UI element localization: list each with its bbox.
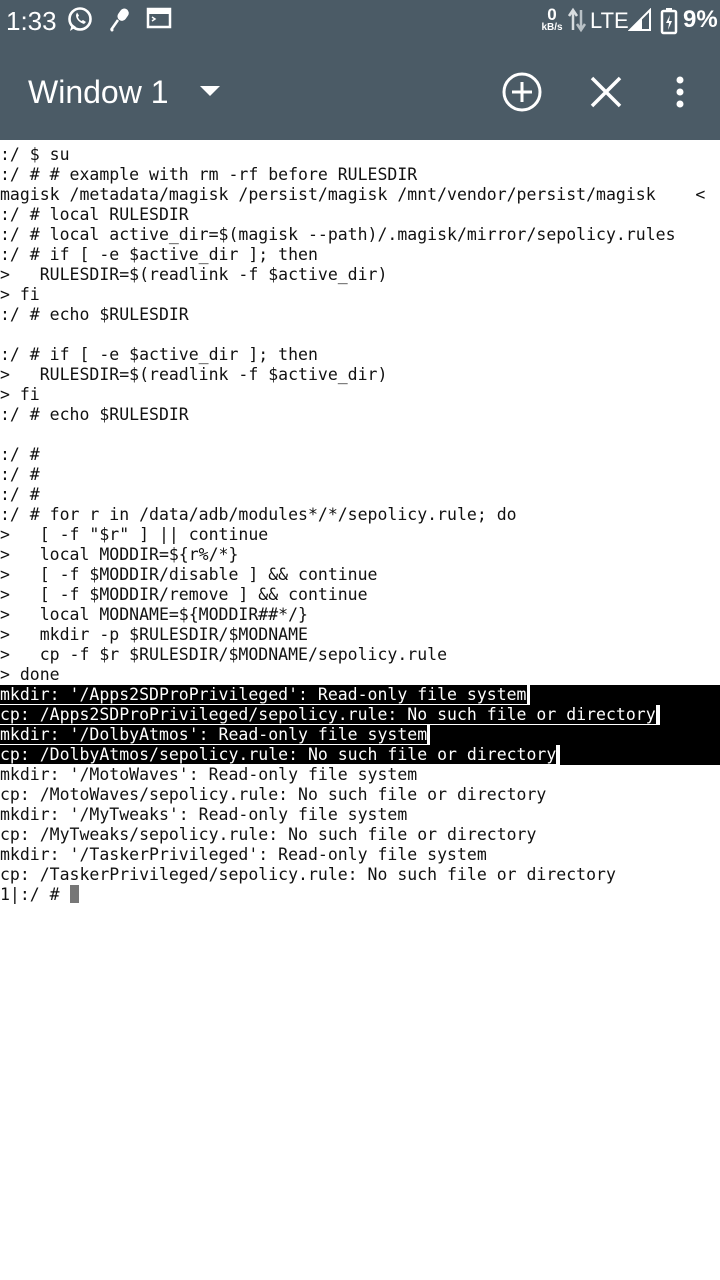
status-bar: 1:33 0 kB/s LTE 9% bbox=[0, 0, 720, 44]
terminal-line: > local MODDIR=${r%/*} bbox=[0, 545, 720, 565]
terminal-line: :/ # if [ -e $active_dir ]; then bbox=[0, 345, 720, 365]
terminal-line-text: > local MODNAME=${MODDIR##*/} bbox=[0, 605, 308, 624]
signal-icon bbox=[627, 7, 652, 36]
whatsapp-icon bbox=[66, 6, 94, 38]
net-speed: 0 kB/s bbox=[540, 6, 564, 33]
terminal-line-text: :/ # for r in /data/adb/modules*/*/sepol… bbox=[0, 505, 517, 524]
terminal-line-text: mkdir: '/DolbyAtmos': Read-only file sys… bbox=[0, 725, 428, 744]
terminal-line: mkdir: '/MotoWaves': Read-only file syst… bbox=[0, 765, 720, 785]
terminal-line: > mkdir -p $RULESDIR/$MODNAME bbox=[0, 625, 720, 645]
terminal-line: > [ -f "$r" ] || continue bbox=[0, 525, 720, 545]
terminal-line-text: mkdir: '/Apps2SDProPrivileged': Read-onl… bbox=[0, 685, 527, 704]
terminal-line: cp: /MotoWaves/sepolicy.rule: No such fi… bbox=[0, 785, 720, 805]
terminal-line: 1|:/ # bbox=[0, 885, 720, 905]
terminal-line-text: mkdir: '/MyTweaks': Read-only file syste… bbox=[0, 805, 408, 824]
terminal-line: :/ # local RULESDIR bbox=[0, 205, 720, 225]
terminal-line-text: cp: /DolbyAtmos/sepolicy.rule: No such f… bbox=[0, 745, 557, 764]
terminal-line-text: :/ # local RULESDIR bbox=[0, 205, 189, 224]
terminal-line: > cp -f $r $RULESDIR/$MODNAME/sepolicy.r… bbox=[0, 645, 720, 665]
terminal-line-text: > local MODDIR=${r%/*} bbox=[0, 545, 239, 564]
terminal-line: :/ # for r in /data/adb/modules*/*/sepol… bbox=[0, 505, 720, 525]
data-arrows-icon bbox=[567, 6, 587, 38]
terminal-output[interactable]: :/ $ su:/ # # example with rm -rf before… bbox=[0, 145, 720, 1275]
terminal-line-text: mkdir: '/TaskerPrivileged': Read-only fi… bbox=[0, 845, 487, 864]
terminal-line-text: > [ -f "$r" ] || continue bbox=[0, 525, 269, 544]
overflow-menu-icon[interactable] bbox=[670, 72, 690, 116]
terminal-line-text: > RULESDIR=$(readlink -f $active_dir) bbox=[0, 265, 388, 284]
terminal-cursor bbox=[69, 885, 79, 903]
terminal-line-text: > mkdir -p $RULESDIR/$MODNAME bbox=[0, 625, 308, 644]
terminal-line-text: > fi bbox=[0, 385, 40, 404]
net-speed-unit: kB/s bbox=[541, 22, 563, 33]
terminal-line-text: :/ # bbox=[0, 445, 40, 464]
terminal-line-text: :/ # bbox=[0, 465, 40, 484]
terminal-line: :/ # # example with rm -rf before RULESD… bbox=[0, 165, 720, 185]
terminal-line-text: cp: /Apps2SDProPrivileged/sepolicy.rule:… bbox=[0, 705, 656, 724]
network-type: LTE bbox=[590, 8, 629, 33]
terminal-line: cp: /TaskerPrivileged/sepolicy.rule: No … bbox=[0, 865, 720, 885]
terminal-line: mkdir: '/MyTweaks': Read-only file syste… bbox=[0, 805, 720, 825]
app-toolbar: Window 1 bbox=[0, 44, 720, 140]
battery-icon bbox=[660, 7, 678, 39]
terminal-line: cp: /MyTweaks/sepolicy.rule: No such fil… bbox=[0, 825, 720, 845]
terminal-line: > [ -f $MODDIR/remove ] && continue bbox=[0, 585, 720, 605]
terminal-icon bbox=[146, 6, 172, 36]
terminal-line: :/ # bbox=[0, 445, 720, 465]
terminal-line-text: :/ # local active_dir=$(magisk --path)/.… bbox=[0, 225, 676, 244]
terminal-line: cp: /DolbyAtmos/sepolicy.rule: No such f… bbox=[0, 745, 720, 765]
battery-percent: 9% bbox=[683, 6, 718, 33]
terminal-line-text: cp: /TaskerPrivileged/sepolicy.rule: No … bbox=[0, 865, 616, 884]
terminal-line-text: > RULESDIR=$(readlink -f $active_dir) bbox=[0, 365, 388, 384]
terminal-line: mkdir: '/DolbyAtmos': Read-only file sys… bbox=[0, 725, 720, 745]
terminal-line: cp: /Apps2SDProPrivileged/sepolicy.rule:… bbox=[0, 705, 720, 725]
net-speed-value: 0 bbox=[547, 5, 557, 24]
terminal-line: > fi bbox=[0, 285, 720, 305]
terminal-line-text: > fi bbox=[0, 285, 40, 304]
terminal-line-text: cp: /MyTweaks/sepolicy.rule: No such fil… bbox=[0, 825, 537, 844]
add-window-icon[interactable] bbox=[500, 70, 544, 118]
terminal-line: :/ # if [ -e $active_dir ]; then bbox=[0, 245, 720, 265]
terminal-line-text: 1|:/ # bbox=[0, 885, 70, 904]
selection-block bbox=[530, 685, 720, 705]
terminal-line: :/ # bbox=[0, 465, 720, 485]
terminal-line: mkdir: '/Apps2SDProPrivileged': Read-onl… bbox=[0, 685, 720, 705]
terminal-line: > RULESDIR=$(readlink -f $active_dir) bbox=[0, 365, 720, 385]
mic-icon bbox=[106, 6, 134, 38]
terminal-line: :/ # bbox=[0, 485, 720, 505]
terminal-line-text: > [ -f $MODDIR/disable ] && continue bbox=[0, 565, 378, 584]
window-title[interactable]: Window 1 bbox=[28, 70, 169, 114]
terminal-line-text: :/ # # example with rm -rf before RULESD… bbox=[0, 165, 418, 184]
terminal-line-text: magisk /metadata/magisk /persist/magisk … bbox=[0, 185, 706, 204]
terminal-line: mkdir: '/TaskerPrivileged': Read-only fi… bbox=[0, 845, 720, 865]
terminal-line: :/ # echo $RULESDIR bbox=[0, 405, 720, 425]
terminal-line-text: > done bbox=[0, 665, 60, 684]
selection-block bbox=[430, 725, 720, 745]
terminal-line: :/ # local active_dir=$(magisk --path)/.… bbox=[0, 225, 720, 245]
terminal-line-text: :/ # if [ -e $active_dir ]; then bbox=[0, 245, 318, 264]
terminal-line: > RULESDIR=$(readlink -f $active_dir) bbox=[0, 265, 720, 285]
terminal-line-text: :/ $ su bbox=[0, 145, 70, 164]
terminal-line: :/ $ su bbox=[0, 145, 720, 165]
terminal-line-text: :/ # echo $RULESDIR bbox=[0, 305, 189, 324]
terminal-line: > local MODNAME=${MODDIR##*/} bbox=[0, 605, 720, 625]
terminal-line: > done bbox=[0, 665, 720, 685]
terminal-line: > [ -f $MODDIR/disable ] && continue bbox=[0, 565, 720, 585]
terminal-line-text: :/ # bbox=[0, 485, 40, 504]
close-window-icon[interactable] bbox=[586, 72, 626, 116]
terminal-line-text: :/ # echo $RULESDIR bbox=[0, 405, 189, 424]
terminal-line-text: > cp -f $r $RULESDIR/$MODNAME/sepolicy.r… bbox=[0, 645, 448, 664]
terminal-line: > fi bbox=[0, 385, 720, 405]
terminal-line-text: cp: /MotoWaves/sepolicy.rule: No such fi… bbox=[0, 785, 547, 804]
status-time: 1:33 bbox=[6, 6, 57, 36]
selection-block bbox=[560, 745, 720, 765]
terminal-line: :/ # echo $RULESDIR bbox=[0, 305, 720, 325]
terminal-line-text: > [ -f $MODDIR/remove ] && continue bbox=[0, 585, 368, 604]
selection-block bbox=[660, 705, 720, 725]
terminal-line-text: mkdir: '/MotoWaves': Read-only file syst… bbox=[0, 765, 418, 784]
dropdown-icon[interactable] bbox=[196, 82, 224, 106]
terminal-line-text: :/ # if [ -e $active_dir ]; then bbox=[0, 345, 318, 364]
terminal-line: magisk /metadata/magisk /persist/magisk … bbox=[0, 185, 720, 205]
